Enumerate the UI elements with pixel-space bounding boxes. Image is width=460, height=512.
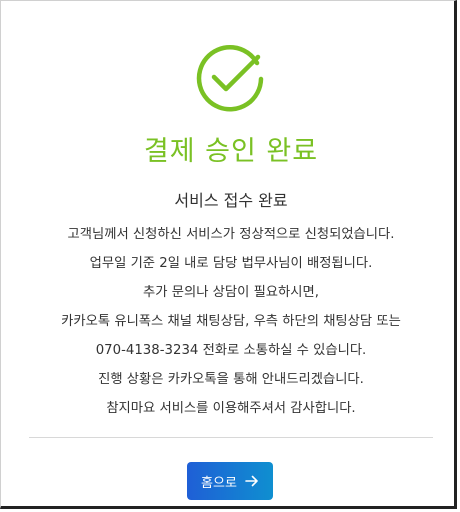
message-line-5: 070-4138-3234 전화로 소통하실 수 있습니다. [95, 343, 367, 358]
message-line-2: 업무일 기준 2일 내로 담당 법무사님이 배정됩니다. [89, 256, 373, 271]
message-line-3: 추가 문의나 상담이 필요하시면, [143, 285, 319, 300]
page-subtitle: 서비스 접수 완료 [174, 191, 288, 210]
check-circle-icon [195, 41, 267, 113]
message-line-7: 참지마요 서비스를 이용해주셔서 감사합니다. [106, 401, 356, 416]
home-button[interactable]: 홈으로 [187, 462, 273, 500]
arrow-right-icon [245, 475, 259, 487]
message-line-6: 진행 상황은 카카오톡을 통해 안내드리겠습니다. [98, 372, 364, 387]
page-frame: 결제 승인 완료 서비스 접수 완료 고객님께서 신청하신 서비스가 정상적으로… [0, 0, 457, 509]
divider [29, 437, 433, 438]
message-line-1: 고객님께서 신청하신 서비스가 정상적으로 신청되었습니다. [67, 227, 395, 242]
home-button-label: 홈으로 [201, 475, 237, 491]
page-title: 결제 승인 완료 [143, 136, 319, 167]
message-line-4: 카카오톡 유니폭스 채널 채팅상담, 우측 하단의 채팅상담 또는 [61, 314, 401, 329]
